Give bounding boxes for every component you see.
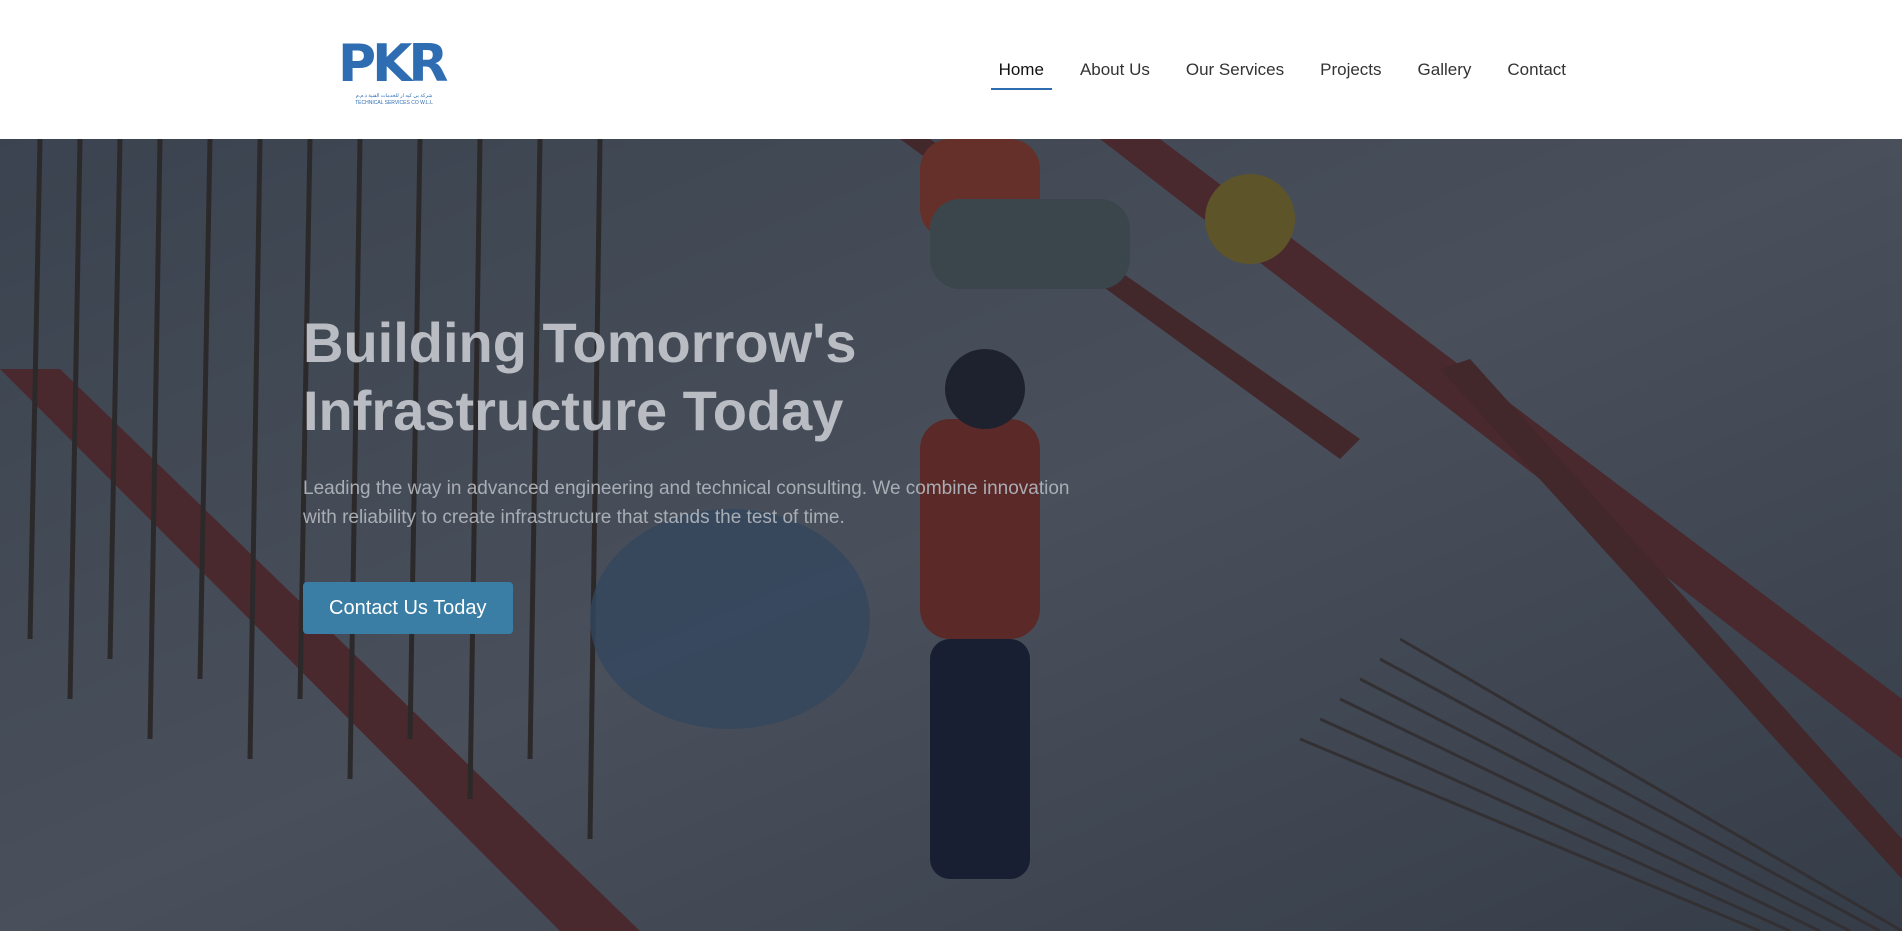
nav-home[interactable]: Home bbox=[981, 0, 1062, 139]
nav-our-services[interactable]: Our Services bbox=[1168, 0, 1302, 139]
site-header: PKR شركة بي كيه آر للخدمات الفنية ذ.م.م … bbox=[0, 0, 1902, 139]
hero-title: Building Tomorrow's Infrastructure Today bbox=[303, 309, 1103, 445]
hero-content: Building Tomorrow's Infrastructure Today… bbox=[303, 309, 1103, 634]
contact-us-button[interactable]: Contact Us Today bbox=[303, 582, 513, 634]
main-nav: Home About Us Our Services Projects Gall… bbox=[981, 0, 1584, 139]
nav-about-us[interactable]: About Us bbox=[1062, 0, 1168, 139]
hero-title-line1: Building Tomorrow's bbox=[303, 311, 857, 374]
company-logo[interactable]: PKR شركة بي كيه آر للخدمات الفنية ذ.م.م … bbox=[336, 34, 448, 108]
logo-tagline: TECHNICAL SERVICES CO W.L.L bbox=[355, 100, 433, 106]
hero-title-line2: Infrastructure Today bbox=[303, 379, 844, 442]
nav-projects[interactable]: Projects bbox=[1302, 0, 1399, 139]
nav-contact[interactable]: Contact bbox=[1489, 0, 1584, 139]
hero-section: Building Tomorrow's Infrastructure Today… bbox=[0, 139, 1902, 931]
nav-gallery[interactable]: Gallery bbox=[1400, 0, 1490, 139]
hero-description: Leading the way in advanced engineering … bbox=[303, 478, 1070, 528]
logo-tagline-arabic: شركة بي كيه آر للخدمات الفنية ذ.م.م bbox=[355, 93, 433, 99]
logo-mark: PKR bbox=[338, 34, 448, 94]
